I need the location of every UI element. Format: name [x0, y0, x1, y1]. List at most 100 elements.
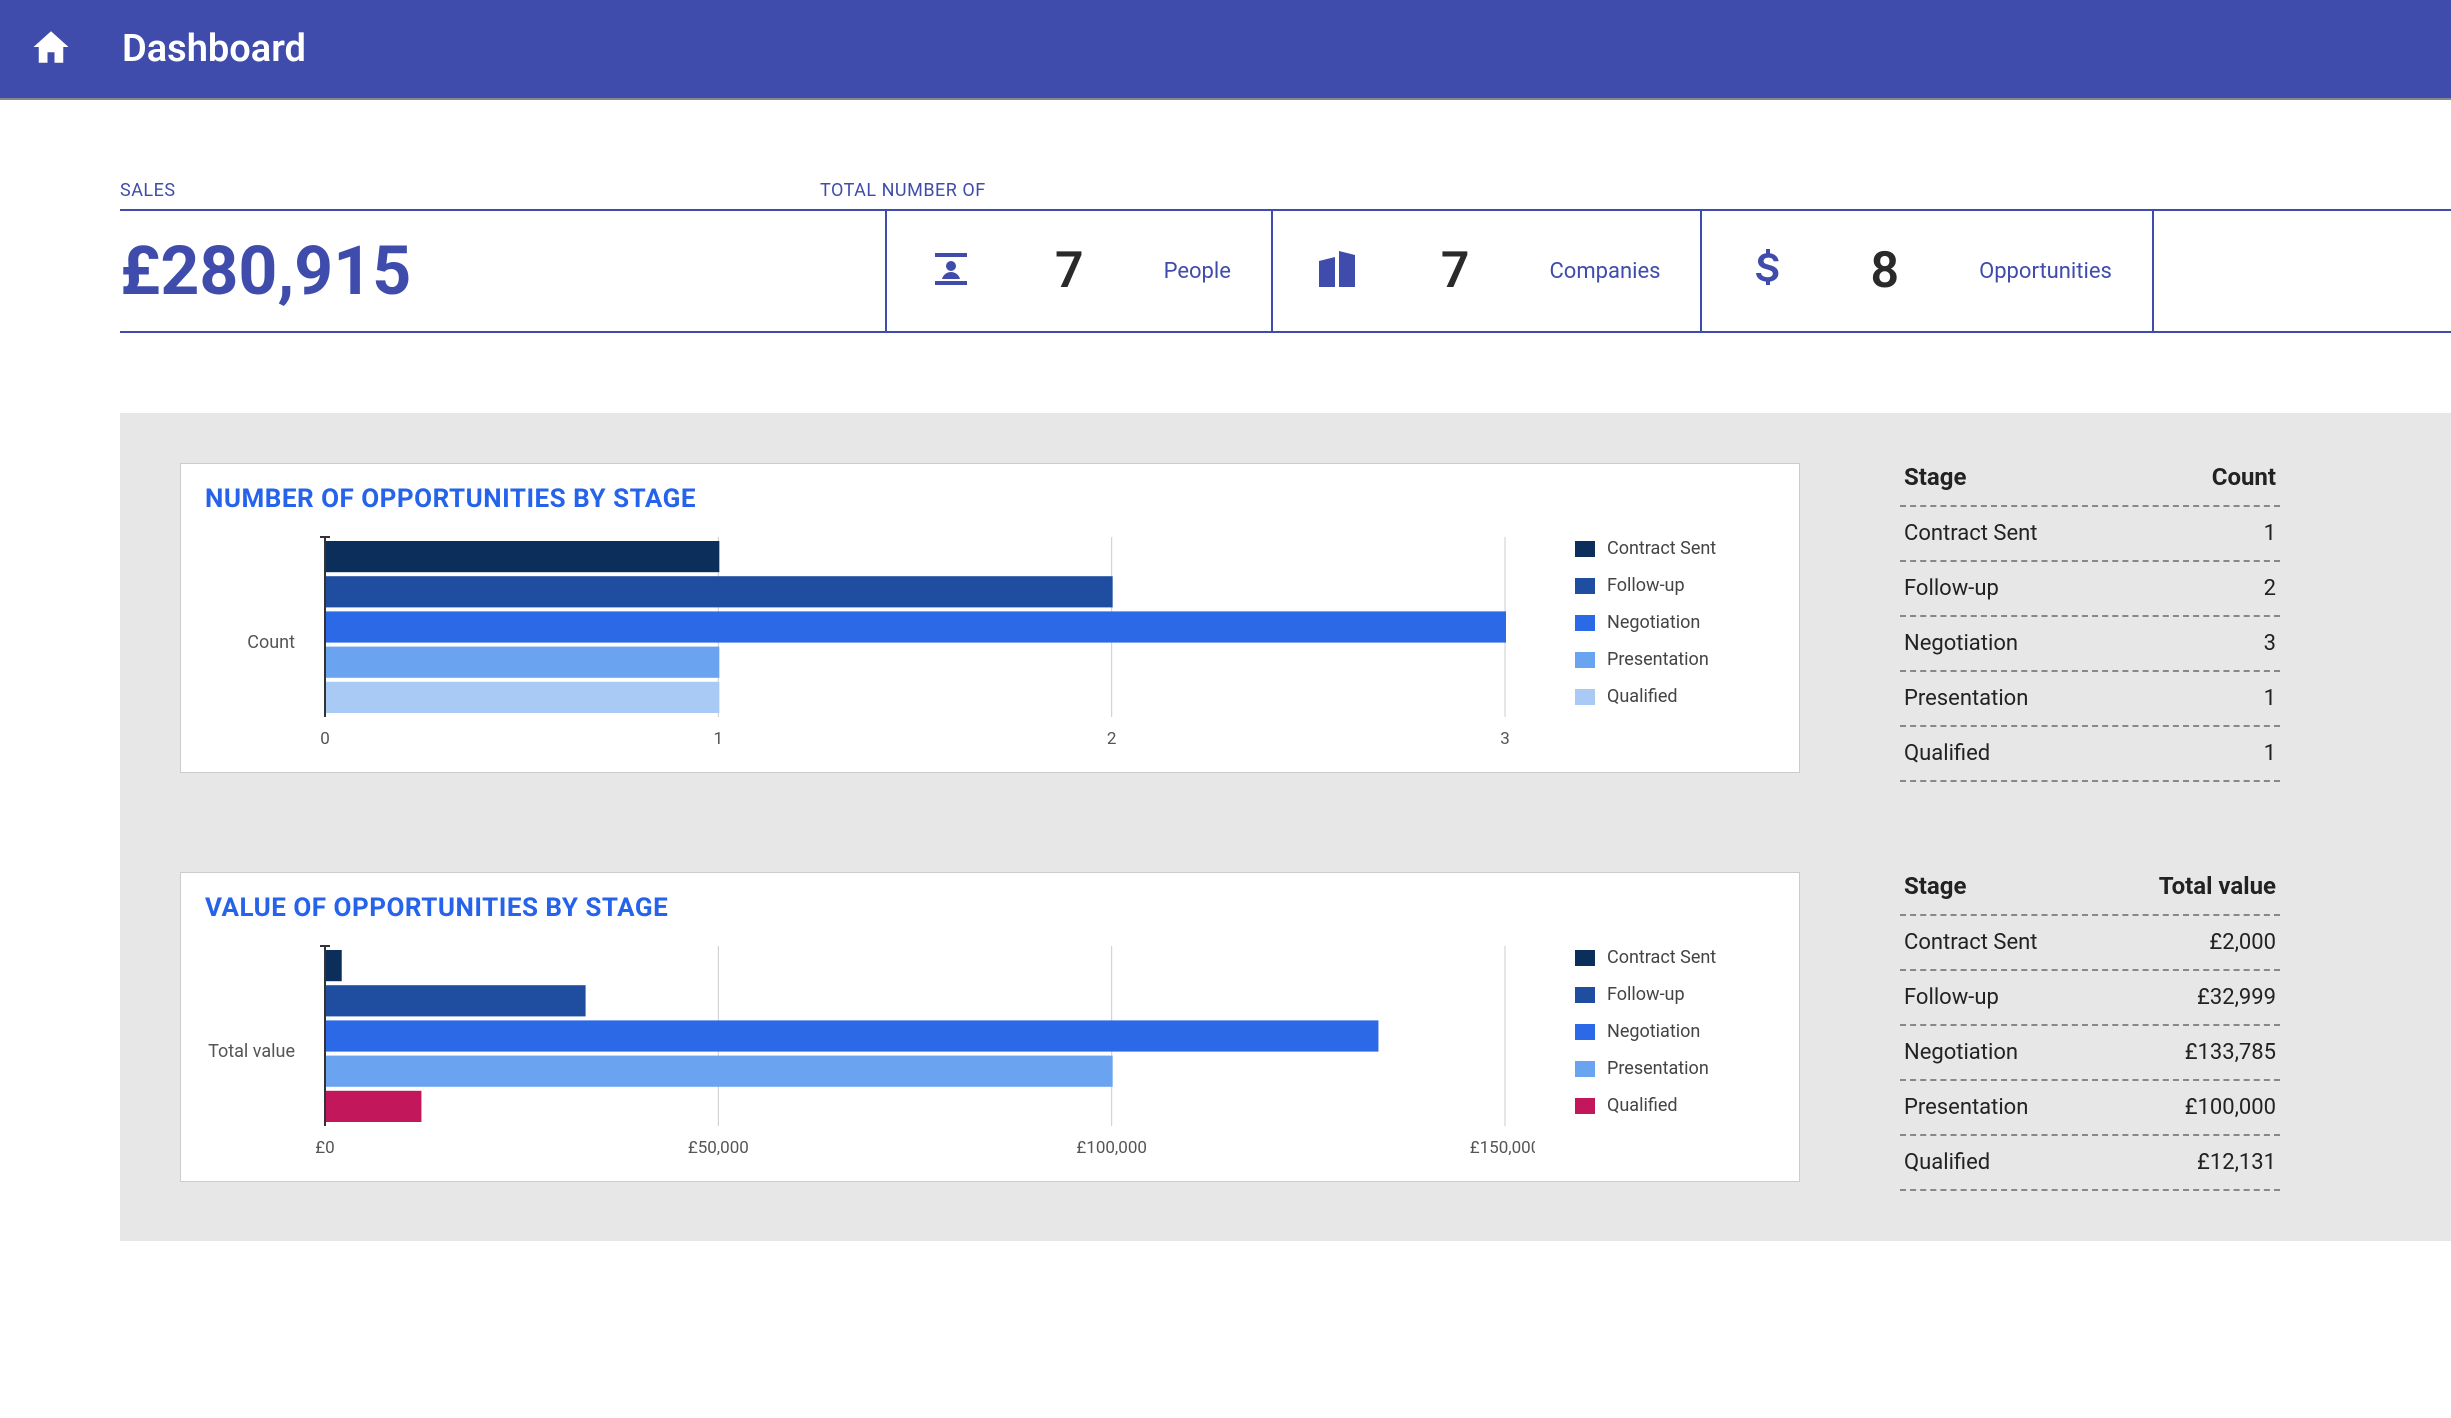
- table-stage-cell: Negotiation: [1904, 631, 2018, 656]
- kpi-people[interactable]: 7 People: [885, 211, 1271, 331]
- chart2-title: VALUE OF OPPORTUNITIES BY STAGE: [205, 893, 1775, 923]
- kpi-people-value: 7: [1055, 242, 1084, 300]
- table-value-cell: 1: [2264, 521, 2276, 546]
- charts-panel: NUMBER OF OPPORTUNITIES BY STAGE Count 0…: [120, 413, 2451, 1241]
- legend-swatch: [1575, 1061, 1595, 1077]
- legend-label: Negotiation: [1607, 612, 1700, 633]
- person-icon: [927, 245, 975, 297]
- legend-swatch: [1575, 541, 1595, 557]
- legend-swatch: [1575, 987, 1595, 1003]
- chart2-table-head: Stage Total value: [1900, 872, 2280, 900]
- table-stage-cell: Contract Sent: [1904, 930, 2037, 955]
- table-value-cell: £32,999: [2197, 985, 2276, 1010]
- legend-label: Follow-up: [1607, 575, 1685, 596]
- chart2-th-stage: Stage: [1904, 872, 1966, 900]
- page-title: Dashboard: [122, 27, 306, 71]
- kpi-companies-value: 7: [1441, 242, 1470, 300]
- kpi-opportunities-value: 8: [1870, 242, 1899, 300]
- legend-item: Contract Sent: [1575, 538, 1775, 559]
- label-total-number-of: TOTAL NUMBER OF: [820, 180, 986, 201]
- legend-label: Negotiation: [1607, 1021, 1700, 1042]
- chart2-plot: £0 £50,000 £100,000 £150,000: [305, 941, 1545, 1161]
- table-stage-cell: Qualified: [1904, 741, 1990, 766]
- chart2-row: VALUE OF OPPORTUNITIES BY STAGE Total va…: [180, 872, 2411, 1191]
- kpi-row: £280,915 7 People 7 Companies 8 Opportun…: [120, 209, 2451, 333]
- legend-item: Follow-up: [1575, 984, 1775, 1005]
- svg-text:£150,000: £150,000: [1470, 1138, 1535, 1158]
- legend-label: Follow-up: [1607, 984, 1685, 1005]
- table-value-cell: £2,000: [2209, 930, 2276, 955]
- table-stage-cell: Qualified: [1904, 1150, 1990, 1175]
- svg-text:3: 3: [1500, 729, 1510, 749]
- table-stage-cell: Presentation: [1904, 686, 2028, 711]
- chart1-title: NUMBER OF OPPORTUNITIES BY STAGE: [205, 484, 1775, 514]
- svg-text:£0: £0: [315, 1138, 334, 1158]
- svg-text:2: 2: [1107, 729, 1117, 749]
- kpi-companies-label: Companies: [1549, 259, 1660, 284]
- legend-swatch: [1575, 652, 1595, 668]
- topbar: Dashboard: [0, 0, 2451, 100]
- table-stage-cell: Follow-up: [1904, 576, 1999, 601]
- bar-negotiation: [326, 1020, 1378, 1051]
- kpi-people-label: People: [1164, 259, 1231, 284]
- legend-label: Contract Sent: [1607, 538, 1716, 559]
- chart2-ylabel: Total value: [205, 941, 305, 1161]
- table-value-cell: 2: [2264, 576, 2276, 601]
- kpi-opportunities[interactable]: 8 Opportunities: [1700, 211, 2153, 331]
- label-sales: SALES: [120, 180, 820, 201]
- svg-text:1: 1: [714, 729, 724, 749]
- legend-swatch: [1575, 1098, 1595, 1114]
- building-icon: [1313, 245, 1361, 297]
- table-stage-cell: Negotiation: [1904, 1040, 2018, 1065]
- legend-label: Presentation: [1607, 1058, 1709, 1079]
- legend-label: Contract Sent: [1607, 947, 1716, 968]
- bar-presentation: [326, 647, 719, 678]
- table-value-cell: 1: [2264, 741, 2276, 766]
- chart1-th-stage: Stage: [1904, 463, 1966, 491]
- svg-text:0: 0: [320, 729, 330, 749]
- table-value-cell: £100,000: [2185, 1095, 2276, 1120]
- legend-item: Contract Sent: [1575, 947, 1775, 968]
- legend-label: Qualified: [1607, 1095, 1678, 1116]
- legend-label: Qualified: [1607, 686, 1678, 707]
- kpi-companies[interactable]: 7 Companies: [1271, 211, 1701, 331]
- legend-item: Negotiation: [1575, 612, 1775, 633]
- table-stage-cell: Presentation: [1904, 1095, 2028, 1120]
- chart1-table: Stage Count Contract Sent 1 Follow-up 2 Nego…: [1900, 463, 2280, 782]
- table-value-cell: £12,131: [2197, 1150, 2276, 1175]
- bar-qualified: [326, 1091, 421, 1122]
- sales-total-value: £280,915: [120, 231, 885, 311]
- table-row: Presentation1: [1900, 672, 2280, 727]
- table-row: Negotiation3: [1900, 617, 2280, 672]
- legend-label: Presentation: [1607, 649, 1709, 670]
- bar-contract-sent: [326, 950, 342, 981]
- legend-item: Presentation: [1575, 649, 1775, 670]
- chart2-legend: Contract Sent Follow-up Negotiation Present…: [1545, 941, 1775, 1161]
- table-row: Contract Sent 1: [1900, 505, 2280, 562]
- svg-text:£100,000: £100,000: [1076, 1138, 1147, 1158]
- chart1-row: NUMBER OF OPPORTUNITIES BY STAGE Count 0…: [180, 463, 2411, 782]
- chart1-ylabel: Count: [205, 532, 305, 752]
- home-icon[interactable]: [30, 26, 72, 72]
- legend-item: Qualified: [1575, 686, 1775, 707]
- table-row: Follow-up 2: [1900, 562, 2280, 617]
- table-stage-cell: Contract Sent: [1904, 521, 2037, 546]
- bar-contract-sent: [326, 541, 719, 572]
- legend-item: Presentation: [1575, 1058, 1775, 1079]
- dollar-icon: [1742, 245, 1790, 297]
- legend-item: Negotiation: [1575, 1021, 1775, 1042]
- chart1-legend: Contract Sent Follow-up Negotiation Present…: [1545, 532, 1775, 752]
- kpi-opportunities-label: Opportunities: [1979, 259, 2112, 284]
- legend-item: Follow-up: [1575, 575, 1775, 596]
- table-value-cell: £133,785: [2185, 1040, 2276, 1065]
- legend-swatch: [1575, 689, 1595, 705]
- kpi-section-labels: SALES TOTAL NUMBER OF: [120, 180, 2451, 201]
- svg-text:£50,000: £50,000: [688, 1138, 749, 1158]
- legend-swatch: [1575, 615, 1595, 631]
- chart1-th-count: Count: [2212, 463, 2276, 491]
- table-row: Presentation £100,000: [1900, 1081, 2280, 1136]
- sales-total-cell: £280,915: [120, 211, 885, 331]
- chart1-table-head: Stage Count: [1900, 463, 2280, 491]
- chart2-card: VALUE OF OPPORTUNITIES BY STAGE Total va…: [180, 872, 1800, 1182]
- table-row: Qualified £12,131: [1900, 1136, 2280, 1191]
